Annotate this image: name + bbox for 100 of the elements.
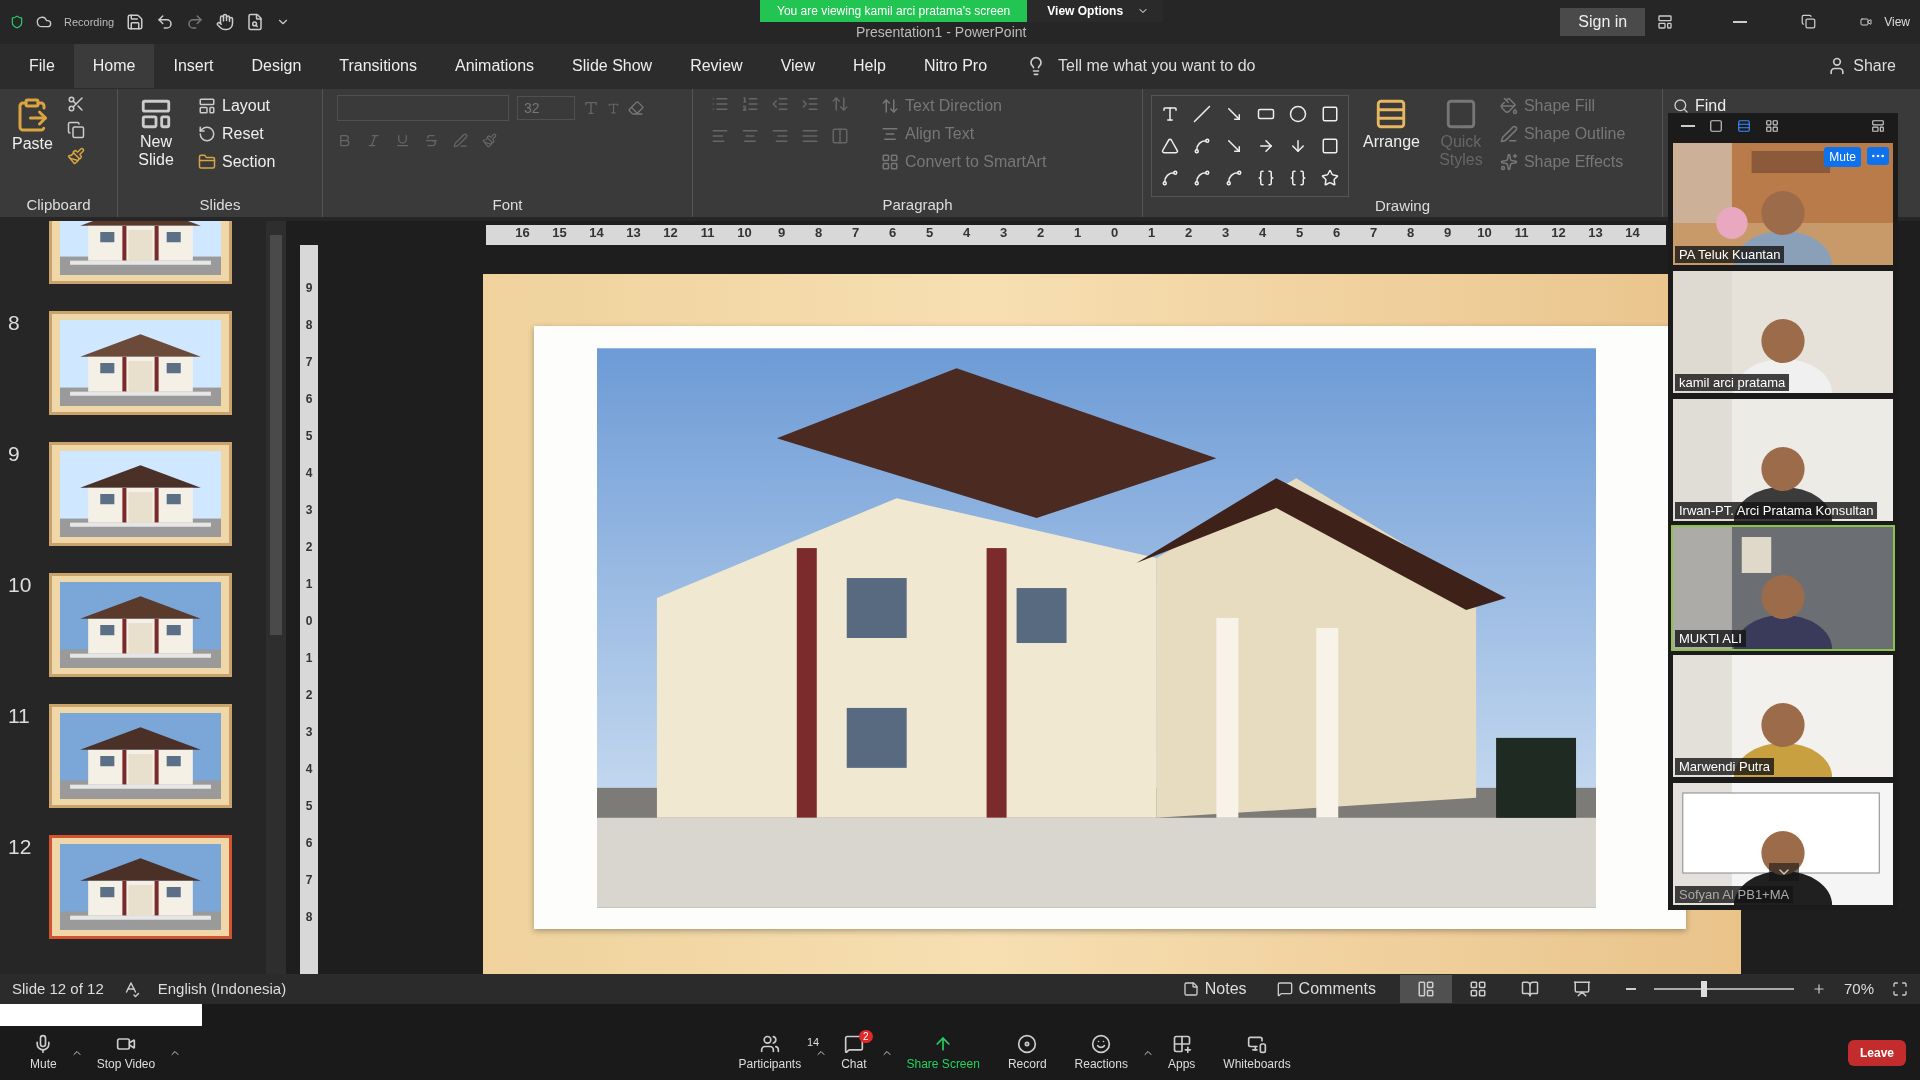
slide-number: 11 bbox=[8, 704, 30, 728]
text-box-icon bbox=[1161, 105, 1179, 124]
search-icon bbox=[1673, 98, 1689, 115]
paste-button[interactable]: Paste bbox=[8, 95, 57, 197]
menu-tab[interactable]: Review bbox=[671, 44, 762, 89]
whiteboard-icon bbox=[1247, 1034, 1267, 1055]
mute-button[interactable]: Mute bbox=[1824, 147, 1861, 167]
menu-tab[interactable]: File bbox=[10, 44, 74, 89]
find-button[interactable]: Find bbox=[1671, 95, 1775, 118]
zoom-out-icon bbox=[1625, 987, 1636, 990]
hand-icon bbox=[216, 12, 235, 31]
participant-name: Irwan-PT. Arci Pratama Konsultan bbox=[1675, 502, 1878, 519]
video-tile[interactable]: Sofyan Al PB1+MA bbox=[1671, 781, 1895, 907]
participant-name: MUKTI ALI bbox=[1675, 630, 1746, 647]
section-button[interactable]: Section bbox=[196, 151, 278, 174]
view-label[interactable]: View bbox=[1884, 14, 1910, 29]
slide-thumbnail[interactable] bbox=[49, 573, 232, 678]
print-preview-icon bbox=[246, 12, 265, 31]
leave-button[interactable]: Leave bbox=[1847, 1039, 1906, 1066]
view-options-button[interactable]: View Options bbox=[1027, 0, 1164, 22]
share-button[interactable]: Share bbox=[1853, 57, 1896, 76]
right-brace-icon bbox=[1289, 169, 1307, 188]
menu-tab[interactable]: Transitions bbox=[320, 44, 436, 89]
smartart-icon bbox=[881, 153, 899, 172]
slide-counter: Slide 12 of 12 bbox=[12, 980, 104, 998]
presentation-icon bbox=[1572, 979, 1591, 998]
meeting-button[interactable]: Mute bbox=[16, 1034, 71, 1072]
columns-icon bbox=[831, 127, 849, 146]
recording-label: Recording bbox=[64, 15, 115, 28]
left-brace-icon bbox=[1257, 169, 1275, 188]
numbering-icon bbox=[741, 95, 759, 114]
arrange-button[interactable]: Arrange bbox=[1359, 95, 1424, 198]
menu-tab[interactable]: Nitro Pro bbox=[904, 44, 1007, 89]
menu-tab[interactable]: Design bbox=[232, 44, 321, 89]
tell-me-search[interactable]: Tell me what you want to do bbox=[1058, 57, 1256, 76]
gallery-view-icon bbox=[1765, 119, 1779, 133]
group-label: Clipboard bbox=[26, 196, 91, 216]
shapes-gallery[interactable] bbox=[1151, 95, 1349, 198]
undo-icon bbox=[156, 12, 175, 31]
meeting-button[interactable]: Whiteboards bbox=[1209, 1034, 1305, 1072]
connector-icon bbox=[1193, 137, 1211, 156]
shrink-font-icon bbox=[607, 101, 620, 115]
meeting-button[interactable]: Stop Video bbox=[82, 1034, 170, 1072]
menu-tab[interactable]: View bbox=[761, 44, 834, 89]
slide-thumbnail[interactable] bbox=[49, 311, 232, 416]
strikethrough-icon bbox=[424, 133, 439, 149]
underline-icon bbox=[395, 133, 410, 149]
more-button[interactable] bbox=[1867, 147, 1889, 165]
zoom-percent[interactable]: 70% bbox=[1843, 980, 1874, 998]
shape-icon bbox=[1321, 137, 1339, 156]
star-icon bbox=[1321, 169, 1339, 188]
sign-in-button[interactable]: Sign in bbox=[1560, 7, 1646, 36]
minimize-icon bbox=[1733, 20, 1748, 23]
menu-tab[interactable]: Insert bbox=[154, 44, 233, 89]
copy-icon bbox=[66, 121, 85, 140]
notes-button[interactable]: Notes bbox=[1176, 978, 1253, 999]
save-icon bbox=[126, 12, 145, 31]
slide-thumbnail[interactable] bbox=[49, 835, 232, 940]
meeting-button[interactable]: Reactions bbox=[1060, 1034, 1142, 1072]
restore-icon bbox=[1801, 14, 1817, 30]
ribbon-display-icon bbox=[1657, 13, 1674, 30]
slide-number: 12 bbox=[8, 835, 32, 859]
paint-bucket-icon bbox=[1499, 97, 1518, 116]
group-label: Slides bbox=[199, 196, 241, 216]
video-tile[interactable]: Marwendi Putra bbox=[1671, 653, 1895, 779]
meeting-button[interactable]: Record bbox=[993, 1034, 1061, 1072]
video-tile[interactable]: MUKTI ALI bbox=[1671, 525, 1895, 651]
font-color-icon bbox=[453, 133, 468, 149]
language-label[interactable]: English (Indonesia) bbox=[157, 980, 287, 998]
normal-view-icon bbox=[1416, 979, 1435, 998]
video-tile[interactable]: PA Teluk Kuantan Mute bbox=[1671, 141, 1895, 267]
format-painter-icon bbox=[66, 147, 85, 166]
participant-name: PA Teluk Kuantan bbox=[1675, 246, 1785, 263]
menu-tab[interactable]: Help bbox=[834, 44, 905, 89]
slide-thumbnail[interactable] bbox=[49, 442, 232, 547]
video-tile[interactable]: kamil arci pratama bbox=[1671, 269, 1895, 395]
meeting-button[interactable]: Share Screen bbox=[892, 1034, 994, 1072]
participant-count: 14 bbox=[806, 1036, 820, 1049]
view-button[interactable] bbox=[1399, 974, 1452, 1003]
slide-thumbnail[interactable] bbox=[49, 704, 232, 809]
layout-button[interactable]: Layout bbox=[196, 95, 278, 118]
meeting-button[interactable]: Apps bbox=[1153, 1034, 1210, 1072]
menu-tab[interactable]: Slide Show bbox=[553, 44, 672, 89]
scrollbar-thumb[interactable] bbox=[270, 235, 282, 636]
line-icon bbox=[1193, 105, 1211, 124]
freeform-icon bbox=[1161, 169, 1179, 188]
window-icon bbox=[1709, 119, 1723, 133]
pencil-icon bbox=[1499, 125, 1518, 144]
video-tile[interactable]: Irwan-PT. Arci Pratama Konsultan bbox=[1671, 397, 1895, 523]
reset-button[interactable]: Reset bbox=[196, 123, 278, 146]
clear-formatting-icon bbox=[628, 100, 644, 117]
expand-button[interactable] bbox=[1769, 863, 1799, 881]
menu-tab[interactable]: Home bbox=[73, 44, 155, 89]
comments-button[interactable]: Comments bbox=[1270, 978, 1382, 999]
shield-icon bbox=[10, 14, 24, 29]
participant-name: Marwendi Putra bbox=[1675, 758, 1775, 775]
screen-share-banner: You are viewing kamil arci pratama's screen bbox=[760, 0, 1028, 22]
menu-tab[interactable]: Animations bbox=[435, 44, 554, 89]
new-slide-button[interactable]: New Slide bbox=[126, 95, 186, 197]
zoom-slider-thumb[interactable] bbox=[1701, 980, 1708, 997]
